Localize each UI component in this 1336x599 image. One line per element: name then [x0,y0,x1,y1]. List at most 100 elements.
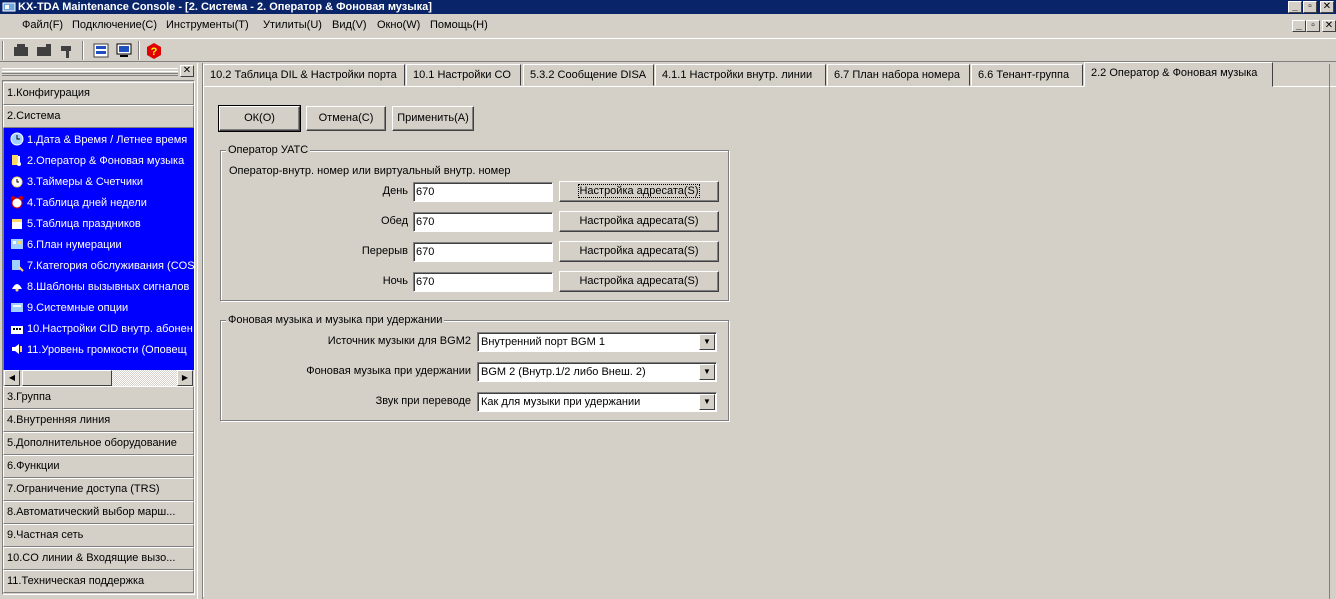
menu-bar: Файл(F) Подключение(C) Инструменты(T) Ут… [0,16,1336,36]
system-item-cos[interactable]: 7.Категория обслуживания (COS [10,257,194,275]
clock-globe-icon [10,132,24,146]
window-title: KX-TDA Maintenance Console - [2. Система… [18,1,432,13]
day-label: День [382,185,408,197]
system-item-holiday-table[interactable]: 5.Таблица праздников [10,215,141,233]
break-destination-button[interactable]: Настройка адресата(S) [559,241,719,262]
cos-icon [12,260,24,272]
break-label: Перерыв [361,245,408,257]
menu-help[interactable]: Помощь(H) [430,19,488,31]
cid-icon [11,326,23,334]
mdi-close-button[interactable]: ✕ [1322,20,1336,32]
menu-connect[interactable]: Подключение(C) [72,19,157,31]
tab-dil-table[interactable]: 10.2 Таблица DIL & Настройки порта [203,64,405,86]
system-options-icon [11,303,23,312]
tab-co-settings[interactable]: 10.1 Настройки CO [406,64,521,86]
toolbar-separator [138,41,140,60]
screen-icon[interactable] [114,41,134,60]
menu-tools[interactable]: Инструменты(T) [166,19,249,31]
tab-operator-music[interactable]: 2.2 Оператор & Фоновая музыка [1084,62,1273,87]
disconnect-icon[interactable] [34,41,54,60]
horizontal-scrollbar[interactable]: ◀ ▶ [3,370,194,386]
night-destination-button[interactable]: Настройка адресата(S) [559,271,719,292]
category-private-network[interactable]: 9.Частная сеть [3,524,194,547]
connect-icon[interactable] [11,41,31,60]
scroll-left-button[interactable]: ◀ [4,370,20,386]
ring-pattern-icon [12,284,22,292]
svg-text:?: ? [151,46,158,58]
title-bar: KX-TDA Maintenance Console - [2. Система… [0,0,1336,14]
system-item-date-time[interactable]: 1.Дата & Время / Летнее время [10,131,187,149]
category-extension[interactable]: 4.Внутренняя линия [3,409,194,432]
apply-button[interactable]: Применить(A) [392,106,474,131]
system-item-cid-settings[interactable]: 10.Настройки CID внутр. абонен [10,320,193,338]
break-extension-input[interactable]: 670 [413,242,553,262]
scroll-right-button[interactable]: ▶ [177,370,193,386]
system-item-timers[interactable]: 3.Таймеры & Счетчики [10,173,143,191]
toolbar-separator [82,41,84,60]
scrollbar-thumb[interactable] [22,370,112,386]
holiday-icon [12,219,22,229]
hammer-icon[interactable] [57,41,77,60]
category-system[interactable]: 2.Система [3,105,194,128]
toolbar: ? [0,38,1336,62]
category-configuration[interactable]: 1.Конфигурация [3,82,194,105]
day-extension-input[interactable]: 670 [413,182,553,202]
category-features[interactable]: 6.Функции [3,455,194,478]
category-co-lines[interactable]: 10.CO линии & Входящие вызо... [3,547,194,570]
tab-tenant-group[interactable]: 6.6 Тенант-группа [971,64,1083,86]
window-edge [1329,64,1336,599]
lunch-extension-input[interactable]: 670 [413,212,553,232]
chevron-down-icon[interactable]: ▼ [699,394,715,410]
category-ars[interactable]: 8.Автоматический выбор марш... [3,501,194,524]
hold-music-select[interactable]: BGM 2 (Внутр.1/2 либо Внеш. 2) ▼ [477,362,717,382]
mdi-restore-button[interactable]: ▫ [1306,20,1320,32]
operator-music-icon [12,155,21,166]
category-maintenance[interactable]: 11.Техническая поддержка [3,570,194,593]
hold-music-label: Фоновая музыка при удержании [306,365,471,377]
system-item-system-options[interactable]: 9.Системные опции [10,299,128,317]
day-destination-button[interactable]: Настройка адресата(S) [559,181,719,202]
numbering-icon [11,239,23,249]
bgm2-source-select[interactable]: Внутренний порт BGM 1 ▼ [477,332,717,352]
transfer-sound-select[interactable]: Как для музыки при удержании ▼ [477,392,717,412]
restore-button[interactable]: ▫ [1303,1,1317,13]
tab-dial-plan[interactable]: 6.7 План набора номера [827,64,970,86]
category-trs[interactable]: 7.Ограничение доступа (TRS) [3,478,194,501]
tab-disa-message[interactable]: 5.3.2 Сообщение DISA [523,64,654,86]
system-item-weekday-table[interactable]: 4.Таблица дней недели [10,194,147,212]
alarm-clock-icon [11,196,23,209]
chevron-down-icon[interactable]: ▼ [699,334,715,350]
lunch-label: Обед [380,215,408,227]
volume-icon [12,344,22,354]
menu-window[interactable]: Окно(W) [377,19,420,31]
system-item-numbering-plan[interactable]: 6.План нумерации [10,236,122,254]
menu-view[interactable]: Вид(V) [332,19,367,31]
category-optional-equipment[interactable]: 5.Дополнительное оборудование [3,432,194,455]
help-icon[interactable]: ? [144,41,164,60]
operator-group-title: Оператор УАТС [226,144,311,156]
minimize-button[interactable]: _ [1288,1,1302,13]
operator-subtitle: Оператор-внутр. номер или виртуальный вн… [229,165,511,177]
chevron-down-icon[interactable]: ▼ [699,364,715,380]
timer-icon [11,176,23,188]
tab-extension-settings[interactable]: 4.1.1 Настройки внутр. линии [655,64,826,86]
ok-button[interactable]: ОК(O) [218,105,301,132]
mdi-minimize-button[interactable]: _ [1292,20,1306,32]
system-item-list: 1.Дата & Время / Летнее время 2.Оператор… [3,128,194,370]
system-item-ring-patterns[interactable]: 8.Шаблоны вызывных сигналов [10,278,189,296]
database-icon[interactable] [91,41,111,60]
lunch-destination-button[interactable]: Настройка адресата(S) [559,211,719,232]
bgm2-source-label: Источник музыки для BGM2 [327,335,471,347]
menu-utilities[interactable]: Утилиты(U) [263,19,322,31]
category-group[interactable]: 3.Группа [3,386,194,409]
pane-close-button[interactable]: ✕ [180,65,194,77]
night-extension-input[interactable]: 670 [413,272,553,292]
cancel-button[interactable]: Отмена(C) [306,106,386,131]
system-item-volume-level[interactable]: 11.Уровень громкости (Оповещ [10,341,187,359]
system-item-operator-music[interactable]: 2.Оператор & Фоновая музыка [10,152,184,170]
close-button[interactable]: ✕ [1320,1,1334,13]
transfer-sound-label: Звук при переводе [375,395,471,407]
pane-grip[interactable] [2,68,178,76]
menu-file[interactable]: Файл(F) [22,19,63,31]
night-label: Ночь [382,275,408,287]
